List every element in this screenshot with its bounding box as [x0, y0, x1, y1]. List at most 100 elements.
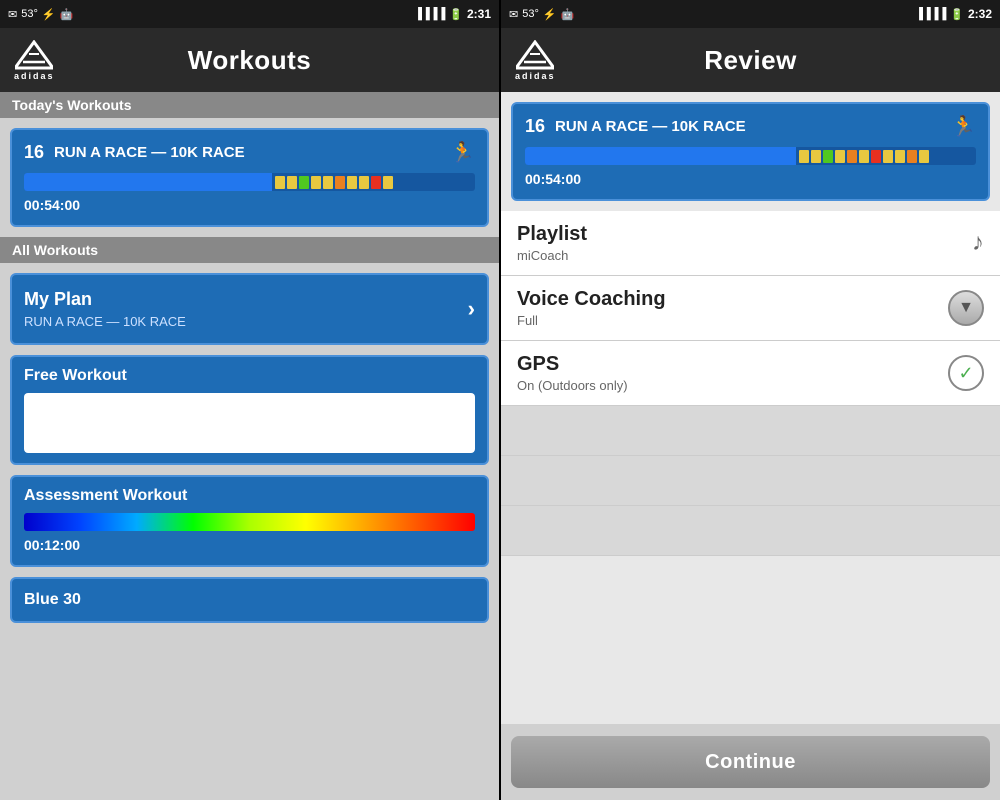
review-progress-fill: [525, 147, 796, 165]
blue30-label: Blue 30: [24, 591, 475, 609]
right-adidas-logo-svg: [516, 40, 554, 70]
voice-coaching-item[interactable]: Voice Coaching Full ▼: [501, 276, 1000, 341]
gps-title: GPS: [517, 353, 628, 376]
seg-2: [287, 176, 297, 189]
free-workout-label: Free Workout: [24, 367, 475, 385]
right-adidas-text: adidas: [515, 71, 556, 81]
review-workout-number: 16: [525, 116, 545, 137]
review-progress-bar: [525, 147, 976, 165]
free-workout-inner: [24, 393, 475, 453]
gps-content: GPS On (Outdoors only): [517, 353, 628, 393]
workout-title-text: RUN A RACE — 10K RACE: [54, 144, 440, 161]
assessment-time: 00:12:00: [24, 537, 80, 553]
right-header-title: Review: [704, 45, 797, 76]
rev-seg-6: [859, 150, 869, 163]
free-workout-card[interactable]: Free Workout: [10, 355, 489, 465]
review-workout-card[interactable]: 16 RUN A RACE — 10K RACE 🏃: [511, 102, 990, 201]
signal-icon: ▐▐▐▐: [414, 8, 445, 20]
left-adidas-logo: adidas: [14, 40, 55, 81]
assessment-card[interactable]: Assessment Workout 00:12:00: [10, 475, 489, 567]
spacer-1: [501, 406, 1000, 456]
plan-card-arrow-icon: ›: [468, 296, 475, 322]
rev-seg-5: [847, 150, 857, 163]
blue30-card[interactable]: Blue 30: [10, 577, 489, 623]
usb-icon: ⚡: [42, 8, 56, 21]
gps-sub: On (Outdoors only): [517, 378, 628, 393]
voice-dropdown-icon[interactable]: ▼: [948, 290, 984, 326]
seg-7: [347, 176, 357, 189]
playlist-item[interactable]: Playlist miCoach ♪: [501, 211, 1000, 276]
review-progress-segs: [796, 147, 932, 165]
todays-workouts-header: Today's Workouts: [0, 92, 499, 118]
seg-3: [299, 176, 309, 189]
review-workout-time: 00:54:00: [525, 171, 581, 187]
seg-5: [323, 176, 333, 189]
left-status-left: ✉ 53° ⚡ 🤖: [8, 8, 73, 21]
left-app-header: adidas Workouts: [0, 28, 499, 92]
right-phone-panel: ✉ 53° ⚡ 🤖 ▐▐▐▐ 🔋 2:32 adidas Review 16: [501, 0, 1000, 800]
workout-number: 16: [24, 142, 44, 163]
workout-time: 00:54:00: [24, 197, 80, 213]
plan-card-content: My Plan RUN A RACE — 10K RACE: [24, 289, 468, 329]
workout-progress-bar: [24, 173, 475, 191]
right-adidas-logo: adidas: [515, 40, 556, 81]
music-icon: ♪: [972, 229, 984, 257]
right-android-icon: 🤖: [561, 8, 575, 21]
review-run-icon: 🏃: [951, 114, 976, 139]
my-plan-card[interactable]: My Plan RUN A RACE — 10K RACE ›: [10, 273, 489, 345]
right-temp-display: 53°: [522, 8, 539, 20]
review-content-area: 16 RUN A RACE — 10K RACE 🏃: [501, 92, 1000, 724]
right-battery-icon: 🔋: [950, 8, 964, 21]
rev-seg-3: [823, 150, 833, 163]
left-time: 2:31: [467, 7, 491, 21]
right-status-right: ▐▐▐▐ 🔋 2:32: [915, 7, 992, 21]
right-usb-icon: ⚡: [543, 8, 557, 21]
left-phone-panel: ✉ 53° ⚡ 🤖 ▐▐▐▐ 🔋 2:31 adidas Workouts To…: [0, 0, 499, 800]
todays-workout-card[interactable]: 16 RUN A RACE — 10K RACE 🏃: [10, 128, 489, 227]
my-plan-label: My Plan: [24, 289, 468, 310]
workout-content: 16 RUN A RACE — 10K RACE 🏃: [0, 118, 499, 800]
rev-seg-9: [895, 150, 905, 163]
rev-seg-11: [919, 150, 929, 163]
voice-coaching-content: Voice Coaching Full: [517, 288, 666, 328]
gps-item[interactable]: GPS On (Outdoors only) ✓: [501, 341, 1000, 406]
seg-8: [359, 176, 369, 189]
progress-segments: [272, 173, 396, 191]
continue-area: Continue: [501, 724, 1000, 800]
spacer-2: [501, 456, 1000, 506]
seg-1: [275, 176, 285, 189]
seg-9: [371, 176, 381, 189]
assessment-label: Assessment Workout: [24, 487, 475, 505]
adidas-logo-svg: [15, 40, 53, 70]
todays-card-header: 16 RUN A RACE — 10K RACE 🏃: [24, 140, 475, 165]
rev-seg-2: [811, 150, 821, 163]
assessment-progress-bar: [24, 513, 475, 531]
right-status-bar: ✉ 53° ⚡ 🤖 ▐▐▐▐ 🔋 2:32: [501, 0, 1000, 28]
battery-icon: 🔋: [449, 8, 463, 21]
gps-check-icon[interactable]: ✓: [948, 355, 984, 391]
right-gmail-icon: ✉: [509, 8, 518, 21]
right-status-left: ✉ 53° ⚡ 🤖: [509, 8, 574, 21]
right-signal-icon: ▐▐▐▐: [915, 8, 946, 20]
rev-seg-1: [799, 150, 809, 163]
right-time: 2:32: [968, 7, 992, 21]
voice-coaching-title: Voice Coaching: [517, 288, 666, 311]
right-app-header: adidas Review: [501, 28, 1000, 92]
spacer-3: [501, 506, 1000, 556]
left-status-right: ▐▐▐▐ 🔋 2:31: [414, 7, 491, 21]
review-workout-title: RUN A RACE — 10K RACE: [555, 118, 941, 135]
left-status-bar: ✉ 53° ⚡ 🤖 ▐▐▐▐ 🔋 2:31: [0, 0, 499, 28]
seg-4: [311, 176, 321, 189]
rev-seg-7: [871, 150, 881, 163]
all-workouts-header: All Workouts: [0, 237, 499, 263]
my-plan-sub: RUN A RACE — 10K RACE: [24, 314, 468, 329]
temp-display: 53°: [21, 8, 38, 20]
rev-seg-8: [883, 150, 893, 163]
continue-button[interactable]: Continue: [511, 736, 990, 788]
rev-seg-4: [835, 150, 845, 163]
voice-coaching-sub: Full: [517, 313, 666, 328]
seg-10: [383, 176, 393, 189]
review-card-header: 16 RUN A RACE — 10K RACE 🏃: [525, 114, 976, 139]
playlist-title: Playlist: [517, 223, 587, 246]
gmail-icon: ✉: [8, 8, 17, 21]
